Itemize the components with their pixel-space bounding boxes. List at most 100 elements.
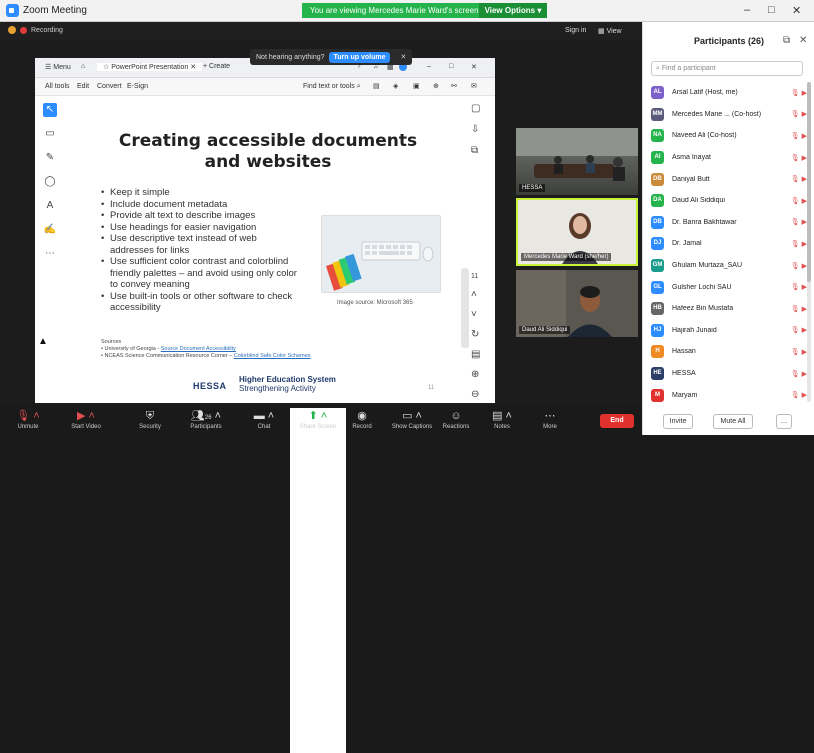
- comments-panel-icon[interactable]: ▢: [471, 103, 487, 114]
- link-icon[interactable]: ⚯: [451, 82, 457, 90]
- refresh-icon[interactable]: ↻: [471, 329, 487, 340]
- mail-icon[interactable]: ✉: [471, 82, 477, 90]
- title-bar: Zoom Meeting You are viewing Mercedes Ma…: [0, 0, 814, 22]
- participant-scrollbar[interactable]: [807, 82, 811, 402]
- comment-icon[interactable]: ◈: [393, 82, 398, 90]
- participant-row[interactable]: HJ Hajirah Junaid 🎙︎ ▶︎: [651, 320, 807, 342]
- menu-label: Menu: [53, 64, 71, 71]
- minimize-button[interactable]: –: [744, 4, 750, 16]
- signature-tool-icon[interactable]: ✍: [43, 223, 57, 237]
- save-icon[interactable]: ▤: [471, 349, 487, 360]
- find-tools-field[interactable]: Find text or tools ⌕: [303, 83, 361, 91]
- lasso-tool-icon[interactable]: ◯: [43, 175, 57, 189]
- source-1-link[interactable]: Source Document Accessibility: [161, 346, 236, 352]
- mute-all-button[interactable]: Mute All: [713, 414, 753, 429]
- start-video-button[interactable]: ▶︎ ˄ Start Video: [58, 408, 114, 430]
- avatar: HJ: [651, 323, 664, 337]
- tab-create[interactable]: + Create: [203, 63, 230, 70]
- source-2-link[interactable]: Colorblind Safe Color Schemes: [234, 353, 311, 359]
- participant-row[interactable]: DB Daniyal Butt 🎙︎ ▶︎: [651, 168, 807, 190]
- participant-row[interactable]: MM Mercedes Marie ... (Co-host) 🎙︎ ▶︎: [651, 104, 807, 126]
- maximize-button[interactable]: □: [768, 4, 775, 16]
- close-panel-icon[interactable]: ✕: [799, 35, 807, 46]
- comment-tool-icon[interactable]: ▭: [43, 127, 57, 141]
- pen-tool-icon[interactable]: ✎: [43, 151, 57, 165]
- pdf-scrollbar[interactable]: [461, 268, 469, 348]
- invite-button[interactable]: Invite: [663, 414, 693, 429]
- bullet-item: Keep it simple: [101, 187, 301, 199]
- export-icon[interactable]: ⇩: [471, 124, 487, 135]
- popout-icon[interactable]: ⧉: [783, 35, 790, 46]
- participant-row[interactable]: DB Dr. Barira Bakhtawar 🎙︎ ▶︎: [651, 212, 807, 234]
- participant-row[interactable]: NA Naveed Ali (Co-host) 🎙︎ ▶︎: [651, 125, 807, 147]
- find-tools-label: Find text or tools: [303, 83, 355, 90]
- turn-up-volume-button[interactable]: Turn up volume: [328, 51, 391, 63]
- app-title-text: Zoom Meeting: [23, 5, 87, 16]
- tool-edit[interactable]: Edit: [77, 83, 89, 90]
- video-tile-hessa[interactable]: HESSA: [516, 128, 638, 195]
- menu-button[interactable]: ☰ Menu: [45, 63, 71, 71]
- page-up-icon[interactable]: ˄: [471, 289, 487, 300]
- page-down-icon[interactable]: ˅: [471, 309, 487, 320]
- more-button[interactable]: ⋯ More: [522, 408, 578, 430]
- select-cursor-icon[interactable]: ↖: [43, 103, 57, 117]
- tool-all-tools[interactable]: All tools: [45, 83, 70, 90]
- hessa-subtitle: Higher Education System Strengthening Ac…: [239, 375, 336, 393]
- participant-row[interactable]: M Maryam 🎙︎ ▶︎: [651, 384, 807, 406]
- unmute-button[interactable]: 🎙︎ ˄ Unmute: [0, 408, 56, 430]
- zoom-in-icon[interactable]: ⊕: [471, 369, 487, 380]
- more-tools-icon[interactable]: ⋯: [43, 247, 57, 261]
- notice-close-icon[interactable]: ✕: [400, 53, 406, 61]
- more-icon: ⋯: [544, 410, 556, 422]
- participant-row[interactable]: HE HESSA 🎙︎ ▶︎: [651, 363, 807, 385]
- view-options-button[interactable]: View Options ▾: [478, 3, 548, 18]
- participant-row[interactable]: DA Daud Ali Siddiqui 🎙︎ ▶︎: [651, 190, 807, 212]
- mouse-cursor-icon: ▲: [38, 336, 48, 347]
- pdf-close-icon[interactable]: ✕: [471, 63, 477, 71]
- participant-row[interactable]: DJ Dr. Jamal 🎙︎ ▶︎: [651, 233, 807, 255]
- share-screen-button[interactable]: ⬆ ˄ Share Screen: [290, 408, 346, 753]
- pdf-minimize-icon[interactable]: –: [427, 63, 431, 70]
- security-button[interactable]: ⛨ Security: [122, 408, 178, 430]
- hessa-subtitle-line1: Higher Education System: [239, 375, 336, 384]
- people-icon: 👥︎26 ˄: [190, 410, 222, 422]
- record-button[interactable]: ◉ Record: [334, 408, 390, 430]
- copy-icon[interactable]: ⧉: [471, 145, 487, 156]
- participants-button[interactable]: 👥︎26 ˄ Participants: [178, 408, 234, 430]
- print-icon[interactable]: ▣: [413, 82, 420, 90]
- participant-search-input[interactable]: ⌕ Find a participant: [651, 61, 803, 76]
- participant-row[interactable]: AI Asma Inayat 🎙︎ ▶︎: [651, 147, 807, 169]
- home-icon[interactable]: ⌂: [81, 63, 85, 70]
- participant-row[interactable]: GM Ghulam Murtaza_SAU 🎙︎ ▶︎: [651, 255, 807, 277]
- tool-convert[interactable]: Convert: [97, 83, 122, 90]
- participant-name: Dr. Barira Bakhtawar: [672, 218, 737, 226]
- participant-row[interactable]: GL Gulsher Lochi SAU 🎙︎ ▶︎: [651, 276, 807, 298]
- record-icon: ◉: [357, 410, 367, 422]
- tab-powerpoint[interactable]: ☆ PowerPoint Presentation ✕: [97, 63, 203, 71]
- tool-esign[interactable]: E-Sign: [127, 83, 148, 90]
- participant-row[interactable]: AL Arsal Latif (Host, me) 🎙︎ ▶︎: [651, 82, 807, 104]
- zoom-window: Zoom Meeting You are viewing Mercedes Ma…: [0, 0, 814, 753]
- video-tile-mercedes[interactable]: Mercedes Marie Ward (she/her): [516, 198, 638, 266]
- more-options-button[interactable]: …: [776, 414, 792, 429]
- zoom-out-icon[interactable]: ⊖: [471, 389, 487, 400]
- avatar: MM: [651, 107, 664, 121]
- chat-button[interactable]: ▬ ˄ Chat: [236, 408, 292, 430]
- muted-mic-icon: 🎙︎ ▶︎: [790, 370, 807, 378]
- video-name-label: Daud Ali Siddiqui: [519, 326, 571, 334]
- pdf-maximize-icon[interactable]: □: [449, 63, 453, 70]
- participant-row[interactable]: H Hassan 🎙︎ ▶︎: [651, 341, 807, 363]
- sign-in-link[interactable]: Sign in: [565, 27, 586, 34]
- meeting-toolbar: 🎙︎ ˄ Unmute ▶︎ ˄ Start Video ⛨ Security 👥︎2…: [0, 405, 642, 753]
- participant-row[interactable]: HB Hafeez Bin Mustafa 🎙︎ ▶︎: [651, 298, 807, 320]
- end-meeting-button[interactable]: End: [600, 414, 634, 428]
- text-tool-icon[interactable]: A: [43, 199, 57, 213]
- close-window-button[interactable]: ✕: [792, 4, 801, 17]
- zoom-search-icon[interactable]: ⊕: [433, 82, 439, 90]
- avatar: HE: [651, 367, 664, 381]
- view-button[interactable]: ▦ View: [598, 27, 622, 35]
- video-tile-daud[interactable]: Daud Ali Siddiqui: [516, 270, 638, 337]
- view-options-label: View Options: [484, 6, 536, 15]
- document-icon[interactable]: ▤: [373, 82, 380, 90]
- recording-dot-icon: [20, 26, 27, 34]
